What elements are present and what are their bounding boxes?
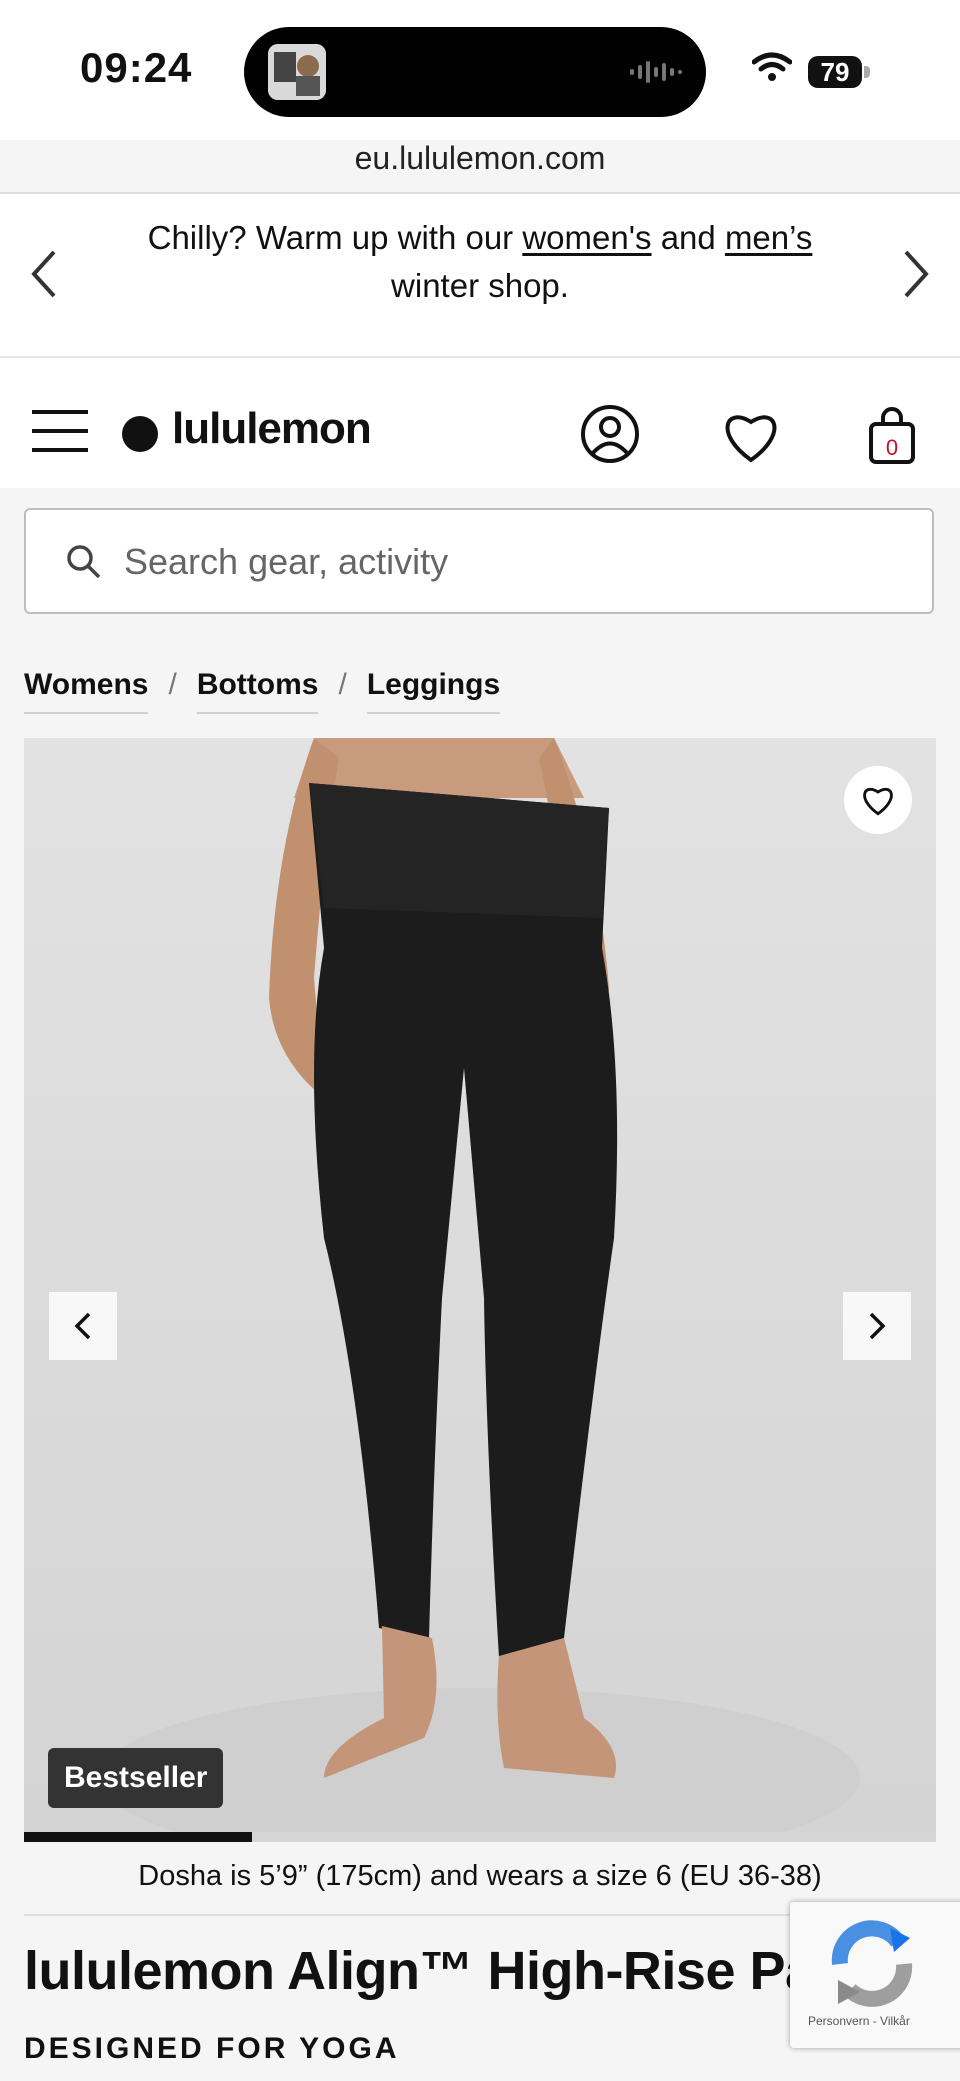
- bestseller-badge: Bestseller: [48, 1748, 224, 1808]
- hamburger-menu-icon[interactable]: [32, 410, 88, 452]
- gallery-progress-fill: [24, 1832, 252, 1842]
- dynamic-island: [244, 27, 706, 117]
- product-photo: [24, 738, 936, 1836]
- cart-count: 0: [886, 435, 898, 460]
- promo-link-men[interactable]: men’s: [725, 219, 812, 256]
- recaptcha-badge[interactable]: Personvern - Vilkår: [790, 1902, 960, 2048]
- site-logo[interactable]: lululemon: [172, 404, 372, 454]
- product-image-gallery[interactable]: Bestseller: [24, 738, 936, 1836]
- shopping-bag-icon[interactable]: 0: [868, 406, 916, 466]
- model-size-caption: Dosha is 5’9” (175cm) and wears a size 6…: [138, 1860, 822, 1892]
- account-icon[interactable]: [580, 404, 640, 464]
- chevron-right-icon: [869, 1312, 886, 1340]
- logo-icon[interactable]: [122, 416, 158, 452]
- chevron-right-icon[interactable]: [896, 242, 936, 306]
- promo-text-and: and: [651, 219, 725, 256]
- breadcrumb-separator: /: [338, 668, 347, 701]
- promo-text-after: winter shop.: [391, 267, 569, 304]
- next-image-button[interactable]: [843, 1292, 911, 1360]
- promo-link-women[interactable]: women's: [522, 219, 651, 256]
- search-icon: [67, 545, 101, 579]
- add-to-wishlist-button[interactable]: [844, 766, 912, 834]
- breadcrumb-womens[interactable]: Womens: [24, 668, 149, 714]
- gallery-progress-bar: [24, 1832, 936, 1842]
- promo-text: Chilly? Warm up with our women's and men…: [100, 214, 860, 310]
- promo-text-before: Chilly? Warm up with our: [147, 219, 523, 256]
- heart-icon: [863, 788, 893, 816]
- breadcrumb-leggings[interactable]: Leggings: [366, 668, 501, 714]
- recaptcha-links[interactable]: Personvern - Vilkår: [808, 2014, 910, 2028]
- search-input[interactable]: [122, 536, 906, 588]
- promo-banner: Chilly? Warm up with our women's and men…: [0, 194, 960, 358]
- chevron-left-icon[interactable]: [24, 242, 64, 306]
- search-bar: [24, 508, 934, 614]
- battery-indicator: 79: [808, 56, 862, 88]
- breadcrumb: Womens / Bottoms / Leggings: [24, 668, 501, 714]
- audio-wave-icon: [630, 61, 682, 83]
- browser-url[interactable]: eu.lululemon.com: [0, 140, 960, 177]
- recaptcha-logo-icon: [831, 1920, 913, 2007]
- now-playing-thumbnail: [268, 44, 326, 100]
- wifi-icon: [752, 52, 792, 81]
- chevron-left-icon: [74, 1312, 91, 1340]
- status-time: 09:24: [80, 44, 193, 91]
- wishlist-heart-icon[interactable]: [720, 408, 782, 464]
- status-bar: 09:24 79: [0, 0, 960, 140]
- breadcrumb-bottoms[interactable]: Bottoms: [196, 668, 319, 714]
- product-subtitle: DESIGNED FOR YOGA: [24, 2032, 400, 2065]
- product-title: lululemon Align™ High-Rise Pan: [24, 1941, 848, 2001]
- battery-nub: [864, 66, 870, 78]
- breadcrumb-separator: /: [168, 668, 177, 701]
- previous-image-button[interactable]: [49, 1292, 117, 1360]
